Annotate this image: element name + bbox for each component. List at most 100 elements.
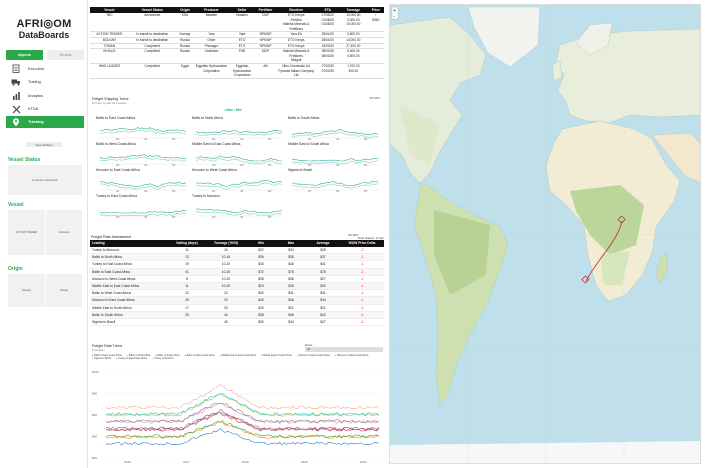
vessel-cell: Announced xyxy=(128,13,176,33)
rate-row[interactable]: Morocco to West Coast Africa 8 10-20 $28 $38… xyxy=(90,275,384,283)
rate-cell: $35 xyxy=(276,282,306,291)
menu-item-tracking[interactable]: Tracking xyxy=(6,116,84,128)
rate-cell: 10-16 xyxy=(206,253,246,262)
freight-rate-trend: Freight Rate Trend by location Route All… xyxy=(90,342,384,464)
shipping-mini-chart[interactable]: Baltic to North Africa 20 40 60 xyxy=(192,116,284,141)
rate-row[interactable]: Baltic to North Africa 13 10-16 $36 $38 $37 -1 xyxy=(90,253,384,262)
mini-chart-tick: 40 xyxy=(240,163,244,166)
vessel-cell: Uralchem xyxy=(194,48,229,64)
clipboard-icon xyxy=(11,64,21,74)
mini-chart-tick: 40 xyxy=(144,215,148,218)
y-tick-label: $20 xyxy=(92,456,97,460)
mini-chart-tick: 60 xyxy=(268,189,272,192)
rate-cell: $41 xyxy=(306,260,340,269)
shipping-mini-chart[interactable]: Middle East to East Coast Africa 20 40 60 xyxy=(192,142,284,167)
tab-imports[interactable]: Imports xyxy=(6,50,43,60)
mini-chart-tick: 60 xyxy=(268,215,272,218)
rate-cell: -1 xyxy=(340,253,384,262)
y-tick-label: $80 xyxy=(92,392,97,396)
vessel-cell: 07/08/20 01/08/20 01/08/20 xyxy=(316,13,340,33)
vessel-cell: Nitro Chemicals Ltd Pyramid Italian Compa… xyxy=(275,63,317,79)
mini-chart-line xyxy=(291,129,379,136)
y-tick-label: $40 xyxy=(92,435,97,439)
rate-cell: $34 xyxy=(276,246,306,255)
vessel-row[interactable]: IKHALIS Completed Russia Uralchem FSB MOP Mabi… xyxy=(90,48,384,64)
rate-cell: -2 xyxy=(340,268,384,276)
rate-row[interactable]: Middle East to East Coast Africa 11 10-20 $… xyxy=(90,282,384,291)
rate-cell: 20 xyxy=(168,289,206,298)
vessel-cell: 10,000.00 3,000.00 10,000.00 xyxy=(339,13,368,33)
menu-item-ktda[interactable]: KTDA xyxy=(6,103,84,117)
mini-chart-tick: 40 xyxy=(336,137,340,140)
mini-chart-tick: 40 xyxy=(240,137,244,140)
menu-item-analytics[interactable]: Analytics xyxy=(6,89,84,103)
menu-item-trading[interactable]: Trading xyxy=(6,76,84,90)
shipping-mini-chart[interactable]: Baltic to West Coast Africa 20 40 60 xyxy=(96,142,188,167)
shipping-trend-subtitle: by Freq / by past from location xyxy=(92,102,127,105)
rate-cell: $41 xyxy=(306,289,340,298)
tab-exports[interactable]: Exports xyxy=(47,50,84,60)
shipping-mini-chart[interactable]: Turkey to Morocco 20 40 60 xyxy=(192,194,284,219)
shipping-mini-chart[interactable]: Middle East to South Africa 20 40 60 xyxy=(288,142,380,167)
rate-cell: 17 xyxy=(168,304,206,312)
rate-cell: -1 xyxy=(340,275,384,283)
x-tick-label: 2019 xyxy=(301,460,308,464)
rate-cell: -2 xyxy=(340,246,384,255)
vessels-table: Vessel Vessel Status Origin Producer Seller F… xyxy=(90,7,384,79)
vessel-row[interactable]: HMO LEADER Completed Egypt Egyptian Hydroca… xyxy=(90,63,384,79)
x-tick-label: 2017 xyxy=(183,460,190,464)
origin-card-2[interactable]: Russia xyxy=(46,274,82,307)
origin-card-1[interactable]: Norway xyxy=(8,274,45,307)
rate-row[interactable]: Nigeria to Brazil 40 $20 $34 $27 -1 xyxy=(90,318,384,327)
vessel-cell: TBC xyxy=(90,13,129,33)
vessel-status-title: Vessel Status xyxy=(8,157,41,163)
x-tick-label: 2020 xyxy=(360,460,367,464)
vessel-cell: DAP xyxy=(255,13,276,33)
rate-cell: 10-20 xyxy=(206,268,246,276)
mini-chart-tick: 40 xyxy=(144,137,148,140)
vessel-card-1[interactable]: ACTION TRADER xyxy=(8,210,45,255)
rate-cell: 11 xyxy=(168,282,206,291)
bar-chart-icon xyxy=(11,91,21,100)
mini-chart-tick: 40 xyxy=(240,189,244,192)
rate-cell: $36 xyxy=(246,253,276,262)
shipping-mini-chart[interactable]: Turkey to East Coast Africa 20 40 60 xyxy=(96,194,188,219)
rate-row[interactable]: Baltic to East Coast Africa 41 10-20 $72 $78… xyxy=(90,268,384,276)
mini-chart-tick: 60 xyxy=(268,137,272,140)
mini-chart-tick: 40 xyxy=(336,163,340,166)
mini-chart-title: Baltic to North Africa xyxy=(192,116,223,120)
shipping-mini-chart[interactable]: Nigeria to Brazil 20 40 60 xyxy=(288,168,380,193)
zoom-control: + - xyxy=(391,6,399,20)
shipping-mini-chart[interactable]: Morocco to East Coast Africa 20 40 60 xyxy=(96,168,188,193)
vessel-cell xyxy=(367,63,384,79)
rate-cell: 25 xyxy=(168,296,206,305)
mini-chart-tick: 40 xyxy=(336,189,340,192)
vessel-cell: ETG Kenya Fertiliza Mabiha Minerals & Fert… xyxy=(275,13,317,33)
rate-cell: $78 xyxy=(276,268,306,276)
tracking-map[interactable]: + - xyxy=(389,4,701,464)
menu-item-executive[interactable]: Executive xyxy=(6,62,84,76)
rate-row[interactable]: Turkey to East Coast Africa 19 10-20 $33 $48… xyxy=(90,260,384,269)
rate-cell: 20 xyxy=(206,289,246,298)
mini-chart-line xyxy=(99,127,187,132)
shipping-mini-chart[interactable]: Baltic to South Africa 20 40 60 xyxy=(288,116,380,141)
shipping-mini-chart[interactable]: Morocco to West Coast Africa 20 40 60 xyxy=(192,168,284,193)
rate-row[interactable]: Baltic to West Coast Africa 20 20 $40 $41 $41… xyxy=(90,289,384,298)
clear-filters-button[interactable]: Clear all filters xyxy=(26,142,62,147)
rate-row[interactable]: Baltic to South Africa 25 40 $38 $46 $42 -1 xyxy=(90,311,384,319)
rate-cell: $28 xyxy=(306,246,340,255)
vessel-cell: Completed xyxy=(128,48,176,64)
rate-cell: $40 xyxy=(246,296,276,305)
logo-text: AFRI◎OM xyxy=(16,18,72,30)
shipping-trend-badge[interactable]: ZIP EDIT xyxy=(369,97,380,100)
rate-row[interactable]: Middle East to South Africa 17 20 $20 $22 $21… xyxy=(90,304,384,312)
rate-row[interactable]: Morocco to East Coast Africa 25 20 $40 $48 $4… xyxy=(90,296,384,305)
vessel-status-card[interactable]: in transit to destination xyxy=(8,165,82,195)
shipping-mini-chart[interactable]: Baltic to East Coast Africa 20 40 60 xyxy=(96,116,188,141)
y-tick-label: $60 xyxy=(92,413,97,417)
vessel-cell: Maaden xyxy=(228,13,256,33)
rate-row[interactable]: Turkey to Morocco 11 10 $22 $34 $28 -2 xyxy=(90,246,384,255)
vessel-card-2[interactable]: Unknown xyxy=(46,210,82,255)
rate-cell: Nigeria to Brazil xyxy=(90,318,168,327)
vessel-row[interactable]: TBC Announced KSA Maaden Maaden DAP ETG Kenya F… xyxy=(90,13,384,33)
